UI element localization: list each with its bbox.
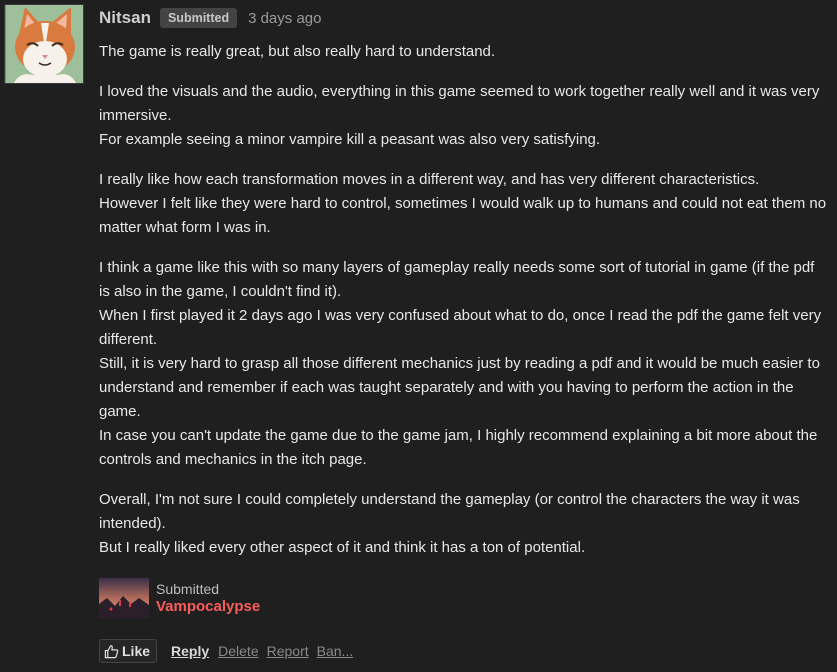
report-link[interactable]: Report — [267, 643, 309, 659]
game-link[interactable]: Vampocalypse — [156, 598, 260, 616]
reply-link[interactable]: Reply — [171, 643, 209, 659]
comment-paragraph: I really like how each transformation mo… — [99, 171, 827, 236]
comment-paragraph: I think a game like this with so many la… — [99, 259, 822, 468]
game-thumbnail[interactable] — [99, 578, 149, 618]
like-label: Like — [122, 643, 151, 659]
comment-time[interactable]: 3 days ago — [248, 10, 321, 27]
like-button[interactable]: Like — [99, 639, 158, 663]
comment-paragraph: I loved the visuals and the audio, every… — [99, 83, 820, 148]
submission-label: Submitted — [156, 581, 220, 597]
submitted-badge: Submitted — [159, 8, 238, 28]
delete-link[interactable]: Delete — [218, 643, 258, 659]
submission-text: Submitted Vampocalypse — [156, 580, 260, 616]
comment-content: Nitsan Submitted 3 days ago The game is … — [99, 0, 829, 576]
comment-header: Nitsan Submitted 3 days ago — [99, 0, 829, 36]
comment-actions: Like Reply Delete Report Ban... — [99, 639, 361, 663]
comment-paragraph: Overall, I'm not sure I could completely… — [99, 491, 800, 556]
comment-body: The game is really great, but also reall… — [99, 40, 829, 560]
user-avatar[interactable] — [4, 4, 84, 84]
thumbs-up-icon — [104, 644, 119, 658]
cat-avatar-icon — [5, 5, 83, 83]
game-thumbnail-image-icon — [99, 578, 149, 618]
submission-info: Submitted Vampocalypse — [99, 578, 260, 618]
author-name[interactable]: Nitsan — [99, 8, 151, 28]
comment: Nitsan Submitted 3 days ago The game is … — [0, 0, 837, 672]
comment-paragraph: The game is really great, but also reall… — [99, 43, 496, 60]
ban-link[interactable]: Ban... — [317, 643, 354, 659]
